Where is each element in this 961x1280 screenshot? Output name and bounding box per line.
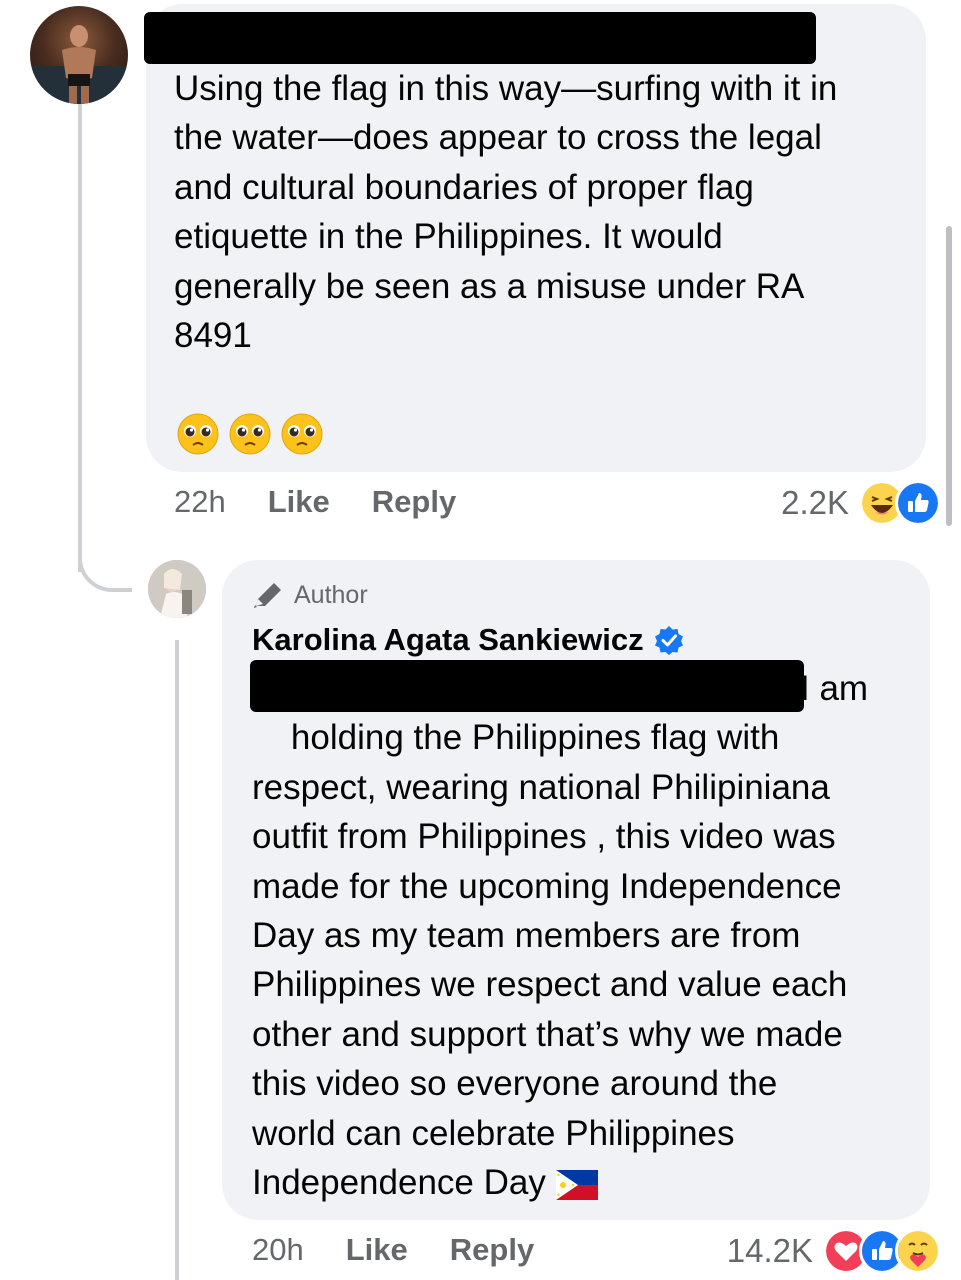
pencil-icon — [254, 583, 281, 608]
pleading-face-icon — [229, 413, 271, 455]
avatar[interactable] — [30, 6, 128, 104]
comment-text: holding the Philippines flag with respec… — [252, 664, 912, 1257]
comment-thread: Using the flag in this way—surfing with … — [0, 0, 961, 1280]
thread-line — [78, 102, 82, 572]
scrollbar[interactable] — [946, 226, 952, 526]
reply-button[interactable]: Reply — [372, 484, 456, 520]
author-badge-label: Author — [294, 580, 368, 609]
author-name[interactable]: Karolina Agata Sankiewicz — [252, 622, 644, 658]
comment-emoji-row — [176, 412, 324, 456]
avatar-photo — [30, 25, 128, 104]
comment-actions: 22h Like Reply — [174, 484, 498, 520]
comment-actions: 20h Like Reply — [252, 1232, 576, 1268]
philippines-flag-icon — [555, 1169, 598, 1200]
author-badge: Author — [252, 580, 368, 610]
verified-badge-icon — [654, 626, 683, 655]
care-icon — [895, 1228, 941, 1274]
comment-text: Using the flag in this way—surfing with … — [174, 69, 838, 356]
author-name-row: Karolina Agata Sankiewicz — [252, 622, 684, 658]
reply-button[interactable]: Reply — [450, 1232, 534, 1268]
comment-text-body: holding the Philippines flag with respec… — [252, 718, 848, 1203]
reaction-count: 2.2K — [781, 484, 849, 521]
avatar-photo — [148, 560, 206, 618]
reaction-summary[interactable]: 14.2K — [727, 1228, 941, 1274]
avatar[interactable] — [148, 560, 206, 618]
reaction-count: 14.2K — [726, 1232, 813, 1269]
comment-timestamp[interactable]: 22h — [174, 484, 226, 520]
like-button[interactable]: Like — [268, 484, 330, 520]
redacted-commenter-name — [144, 12, 816, 64]
like-icon — [895, 480, 941, 526]
pleading-face-icon — [177, 413, 219, 455]
pleading-face-icon — [281, 413, 323, 455]
comment-timestamp[interactable]: 20h — [252, 1232, 304, 1268]
reaction-summary[interactable]: 2.2K — [781, 480, 941, 526]
thread-line — [175, 640, 179, 1280]
like-button[interactable]: Like — [346, 1232, 408, 1268]
thread-reply-connector — [78, 532, 132, 592]
